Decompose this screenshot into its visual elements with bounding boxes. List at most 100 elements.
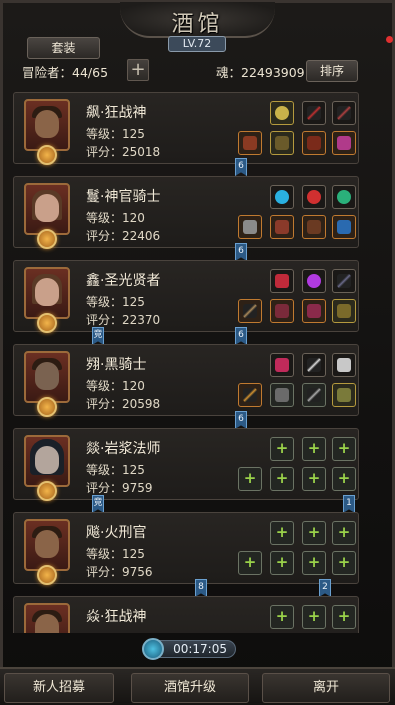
empty-slot[interactable]: +: [332, 437, 356, 461]
empty-slot[interactable]: +: [270, 605, 294, 629]
equip-slot-armor[interactable]: [302, 131, 326, 155]
plus-icon: +: [307, 523, 321, 541]
hero-level: 等级：125: [86, 547, 145, 561]
plus-icon: +: [337, 469, 351, 487]
equip-slot-helm[interactable]: [270, 131, 294, 155]
medal-icon: [37, 145, 57, 165]
equip-slot-gem[interactable]: [332, 131, 356, 155]
hero-level: 等级：125: [86, 295, 145, 309]
empty-slot[interactable]: +: [270, 437, 294, 461]
plus-icon: +: [275, 523, 289, 541]
tavern-level-badge: LV.72: [168, 36, 226, 52]
empty-slot[interactable]: +: [238, 467, 262, 491]
equip-slot-amulet[interactable]: [270, 269, 294, 293]
hero-tag: 1: [343, 495, 355, 513]
hero-score: 评分：22406: [86, 229, 161, 243]
hero-card[interactable]: 焱·狂战神 + + +: [13, 596, 359, 633]
equip-slot-armor[interactable]: [302, 215, 326, 239]
empty-slot[interactable]: +: [302, 437, 326, 461]
empty-slot[interactable]: +: [332, 521, 356, 545]
notification-dot: [386, 36, 393, 43]
plus-icon: +: [307, 553, 321, 571]
equip-slot-boots[interactable]: [332, 383, 356, 407]
equip-slot-axe[interactable]: [238, 131, 262, 155]
hero-tag: 8: [195, 579, 207, 597]
hero-name: 鬘·神官骑士: [86, 189, 161, 205]
equip-slot-weapon[interactable]: [302, 101, 326, 125]
equip-slot-helm[interactable]: [270, 299, 294, 323]
sort-button[interactable]: 排序: [306, 60, 358, 82]
equip-slot-ring[interactable]: [270, 101, 294, 125]
hero-portrait: [24, 351, 70, 403]
equip-slot-dagger[interactable]: [302, 383, 326, 407]
empty-slot[interactable]: +: [238, 551, 262, 575]
hero-tag: 2: [319, 579, 331, 597]
equip-slot-staff[interactable]: [332, 269, 356, 293]
hero-level: 等级：125: [86, 127, 145, 141]
equip-slot-helm[interactable]: [270, 215, 294, 239]
empty-slot[interactable]: +: [302, 551, 326, 575]
plus-icon: +: [307, 469, 321, 487]
hero-score: 评分：9759: [86, 481, 153, 495]
upgrade-tavern-button[interactable]: 酒馆升级: [131, 673, 249, 703]
equip-slot-boots[interactable]: [332, 299, 356, 323]
empty-slot[interactable]: +: [270, 467, 294, 491]
equip-slot-sword[interactable]: [302, 353, 326, 377]
equip-slot-orb[interactable]: [302, 269, 326, 293]
equip-slot-gem[interactable]: [332, 185, 356, 209]
hero-name: 燚·岩浆法师: [86, 441, 161, 457]
hero-tag: 6: [235, 411, 247, 429]
hero-tag: 6: [235, 158, 247, 176]
add-slot-button[interactable]: +: [127, 59, 149, 81]
hero-tag: 6: [235, 327, 247, 345]
equip-slot-weapon[interactable]: [332, 101, 356, 125]
timer-icon: [142, 638, 164, 660]
equip-slot-amulet[interactable]: [270, 353, 294, 377]
empty-slot[interactable]: +: [270, 521, 294, 545]
hero-card[interactable]: 飚·火刑官 等级：125 评分：9756 + + + + + + +: [13, 512, 359, 585]
empty-slot[interactable]: +: [332, 605, 356, 629]
recruit-button[interactable]: 新人招募: [4, 673, 114, 703]
plus-icon: +: [337, 439, 351, 457]
hero-card[interactable]: 燚·岩浆法师 等级：125 评分：9759 + + + + + + +: [13, 428, 359, 501]
hero-card[interactable]: 飙·狂战神 等级：125 评分：25018: [13, 92, 359, 165]
equip-slot-armor[interactable]: [302, 299, 326, 323]
equip-slot-lance[interactable]: [238, 383, 262, 407]
plus-icon: +: [275, 469, 289, 487]
hero-tag: 竞: [92, 495, 104, 513]
empty-slot[interactable]: +: [302, 605, 326, 629]
equip-slot-scroll[interactable]: [332, 353, 356, 377]
soul-label: 魂：: [216, 65, 242, 80]
equip-slot-orb[interactable]: [270, 185, 294, 209]
hero-list[interactable]: 飙·狂战神 等级：125 评分：25018 6 鬘·神官骑士 等级：120 评分…: [13, 88, 383, 633]
equip-slot-helm[interactable]: [270, 383, 294, 407]
plus-icon: +: [243, 469, 257, 487]
hero-score: 评分：9756: [86, 565, 153, 579]
empty-slot[interactable]: +: [302, 521, 326, 545]
equip-slot-spear[interactable]: [238, 299, 262, 323]
hero-portrait: [24, 267, 70, 319]
adventurers-count: 44/65: [72, 65, 109, 80]
page-title: 酒馆: [171, 12, 224, 37]
plus-icon: +: [307, 439, 321, 457]
plus-icon: +: [337, 523, 351, 541]
empty-slot[interactable]: +: [270, 551, 294, 575]
empty-slot[interactable]: +: [332, 551, 356, 575]
hero-level: 等级：120: [86, 211, 145, 225]
empty-slot[interactable]: +: [332, 467, 356, 491]
leave-button[interactable]: 离开: [262, 673, 390, 703]
hero-name: 飙·狂战神: [86, 105, 147, 121]
outfit-button[interactable]: 套装: [27, 37, 100, 59]
equip-slot-shield[interactable]: [332, 215, 356, 239]
adventurers-info: 冒险者：44/65: [22, 62, 108, 81]
hero-name: 翙·黑骑士: [86, 357, 147, 373]
plus-icon: +: [337, 553, 351, 571]
empty-slot[interactable]: +: [302, 467, 326, 491]
equip-slot-hammer[interactable]: [238, 215, 262, 239]
medal-icon: [37, 481, 57, 501]
equip-slot-charm[interactable]: [302, 185, 326, 209]
hero-card[interactable]: 鑫·圣光贤者 等级：125 评分：22370: [13, 260, 359, 333]
hero-card[interactable]: 翙·黑骑士 等级：120 评分：20598: [13, 344, 359, 417]
hero-level: 等级：120: [86, 379, 145, 393]
hero-card[interactable]: 鬘·神官骑士 等级：120 评分：22406: [13, 176, 359, 249]
